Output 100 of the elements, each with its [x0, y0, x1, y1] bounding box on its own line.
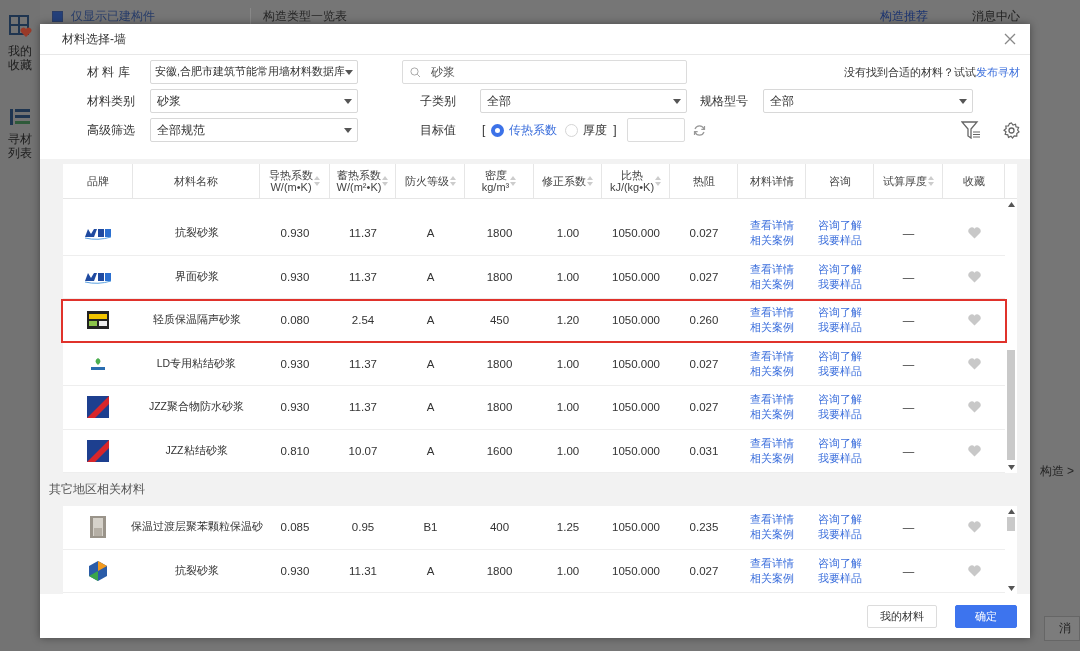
- sort-icon[interactable]: [449, 176, 456, 186]
- consult-link[interactable]: 我要样品: [818, 234, 862, 248]
- consult-link[interactable]: 咨询了解: [818, 349, 862, 363]
- heart-icon[interactable]: [967, 521, 981, 534]
- sort-icon[interactable]: [314, 176, 320, 186]
- consult-link[interactable]: 咨询了解: [818, 219, 862, 233]
- consult-link[interactable]: 咨询了解: [818, 513, 862, 527]
- filter-select[interactable]: 全部规范: [150, 118, 358, 142]
- table-row[interactable]: 界面砂浆 0.930 11.37 A 1800 1.00 1050.000 0.027 查看详情 相关案例 咨询了解 我要样品 —: [63, 255, 1005, 299]
- column-header[interactable]: 导热系数 W/(m•K): [260, 164, 330, 198]
- detail-link[interactable]: 查看详情: [750, 393, 794, 407]
- tab[interactable]: 消息中心: [972, 8, 1020, 25]
- sidebar-label[interactable]: 寻材列表: [7, 132, 33, 160]
- hint-text: 没有找到合适的材料？试试发布寻材: [844, 64, 1020, 80]
- detail-link[interactable]: 相关案例: [750, 277, 794, 291]
- tab[interactable]: 构造推荐: [880, 8, 928, 25]
- confirm-button[interactable]: 确定: [955, 604, 1017, 628]
- sort-icon[interactable]: [382, 176, 389, 186]
- column-header[interactable]: 防火等级: [396, 164, 465, 198]
- column-header[interactable]: 密度 kg/m³: [465, 164, 534, 198]
- consult-link[interactable]: 我要样品: [818, 571, 862, 585]
- brand-logo-icon: [87, 439, 109, 462]
- detail-link[interactable]: 相关案例: [750, 234, 794, 248]
- my-materials-button[interactable]: 我的材料: [867, 604, 937, 628]
- sort-icon[interactable]: [655, 176, 662, 186]
- grid-heart-icon[interactable]: [8, 14, 32, 38]
- consult-link[interactable]: 咨询了解: [818, 306, 862, 320]
- heart-icon[interactable]: [967, 270, 981, 283]
- list-icon[interactable]: [10, 108, 30, 126]
- scroll-down-icon[interactable]: [1007, 586, 1015, 591]
- table-row[interactable]: JZZ聚合物防水砂浆 0.930 11.37 A 1800 1.00 1050.000 0.027 查看详情 相关案例 咨询了解 我要样品 —: [63, 386, 1005, 430]
- detail-link[interactable]: 相关案例: [750, 528, 794, 542]
- filter-icon[interactable]: [961, 121, 981, 139]
- publish-link[interactable]: 发布寻材: [976, 65, 1020, 78]
- spec-select[interactable]: 全部: [763, 89, 973, 113]
- table-row[interactable]: 保温过渡层聚苯颗粒保温砂 0.085 0.95 B1 400 1.25 1050.000 0.235 查看详情 相关案例 咨询了解 我要样品 —: [63, 506, 1005, 550]
- radio-option[interactable]: 厚度: [565, 121, 608, 139]
- subcategory-select[interactable]: 全部: [480, 89, 687, 113]
- scroll-up-icon[interactable]: [1007, 509, 1015, 514]
- heart-icon[interactable]: [967, 444, 981, 457]
- consult-link[interactable]: 我要样品: [818, 408, 862, 422]
- settings-icon[interactable]: [1003, 121, 1020, 139]
- detail-link[interactable]: 查看详情: [750, 219, 794, 233]
- consult-link[interactable]: 咨询了解: [818, 262, 862, 276]
- table-cell: 1050.000: [612, 227, 660, 240]
- detail-link[interactable]: 查看详情: [750, 306, 794, 320]
- consult-link[interactable]: 我要样品: [818, 528, 862, 542]
- close-icon[interactable]: [1004, 33, 1016, 45]
- detail-link[interactable]: 相关案例: [750, 408, 794, 422]
- table-row[interactable]: 抗裂砂浆 0.930 11.37 A 1800 1.00 1050.000 0.027 查看详情 相关案例 咨询了解 我要样品 —: [63, 212, 1005, 256]
- heart-icon[interactable]: [967, 401, 981, 414]
- table-cell: 1.25: [556, 521, 580, 534]
- column-header[interactable]: 比热 kJ/(kg•K): [602, 164, 670, 198]
- column-header[interactable]: 修正系数: [534, 164, 602, 198]
- heart-icon[interactable]: [967, 564, 981, 577]
- sort-icon[interactable]: [587, 176, 593, 186]
- table-cell: 1800: [486, 401, 513, 414]
- radio-option[interactable]: 传热系数: [491, 121, 558, 139]
- refresh-icon[interactable]: [692, 123, 706, 137]
- detail-link[interactable]: 相关案例: [750, 451, 794, 465]
- scroll-thumb[interactable]: [1007, 350, 1015, 460]
- search-field[interactable]: 砂浆: [402, 60, 687, 84]
- consult-link[interactable]: 咨询了解: [818, 393, 862, 407]
- consult-link[interactable]: 我要样品: [818, 364, 862, 378]
- checkbox[interactable]: [52, 11, 63, 22]
- detail-link[interactable]: 查看详情: [750, 513, 794, 527]
- heart-icon[interactable]: [967, 227, 981, 240]
- detail-link[interactable]: 查看详情: [750, 436, 794, 450]
- consult-link[interactable]: 我要样品: [818, 321, 862, 335]
- category-select[interactable]: 砂浆: [150, 89, 358, 113]
- consult-link[interactable]: 咨询了解: [818, 436, 862, 450]
- table-row[interactable]: LD专用粘结砂浆 0.930 11.37 A 1800 1.00 1050.000 0.027 查看详情 相关案例 咨询了解 我要样品 —: [63, 342, 1005, 386]
- table-row[interactable]: 轻质保温隔声砂浆 0.080 2.54 A 450 1.20 1050.000 0.260 查看详情 相关案例 咨询了解 我要样品 —: [61, 299, 1007, 343]
- panel-link[interactable]: 构造 >: [1039, 463, 1074, 480]
- detail-link[interactable]: 查看详情: [750, 556, 794, 570]
- consult-link[interactable]: 咨询了解: [818, 556, 862, 570]
- column-header[interactable]: 试算厚度: [874, 164, 943, 198]
- scroll-up-icon[interactable]: [1007, 202, 1015, 207]
- scroll-down-icon[interactable]: [1007, 465, 1015, 470]
- table-row[interactable]: 抗裂砂浆 0.930 11.31 A 1800 1.00 1050.000 0.027 查看详情 相关案例 咨询了解 我要样品 —: [63, 549, 1005, 593]
- consult-link[interactable]: 我要样品: [818, 277, 862, 291]
- detail-link[interactable]: 相关案例: [750, 571, 794, 585]
- detail-link[interactable]: 相关案例: [750, 364, 794, 378]
- sort-icon[interactable]: [927, 176, 934, 186]
- detail-link[interactable]: 相关案例: [750, 321, 794, 335]
- library-select[interactable]: 安徽,合肥市建筑节能常用墙材料数据库: [150, 60, 358, 84]
- sidebar-label[interactable]: 我的收藏: [7, 44, 33, 72]
- consult-link[interactable]: 我要样品: [818, 451, 862, 465]
- detail-link[interactable]: 查看详情: [750, 262, 794, 276]
- cancel-button[interactable]: 消: [1044, 616, 1080, 641]
- table-cell: 450: [489, 314, 510, 327]
- column-header[interactable]: 蓄热系数 W/(m²•K): [330, 164, 396, 198]
- target-input[interactable]: [626, 118, 685, 142]
- heart-icon[interactable]: [967, 314, 981, 327]
- heart-icon[interactable]: [967, 357, 981, 370]
- scrollbar[interactable]: [1005, 199, 1017, 473]
- sort-icon[interactable]: [510, 176, 517, 186]
- table-row[interactable]: JZZ粘结砂浆 0.810 10.07 A 1600 1.00 1050.000 0.031 查看详情 相关案例 咨询了解 我要样品 —: [63, 429, 1005, 473]
- scroll-thumb[interactable]: [1007, 517, 1015, 531]
- detail-link[interactable]: 查看详情: [750, 349, 794, 363]
